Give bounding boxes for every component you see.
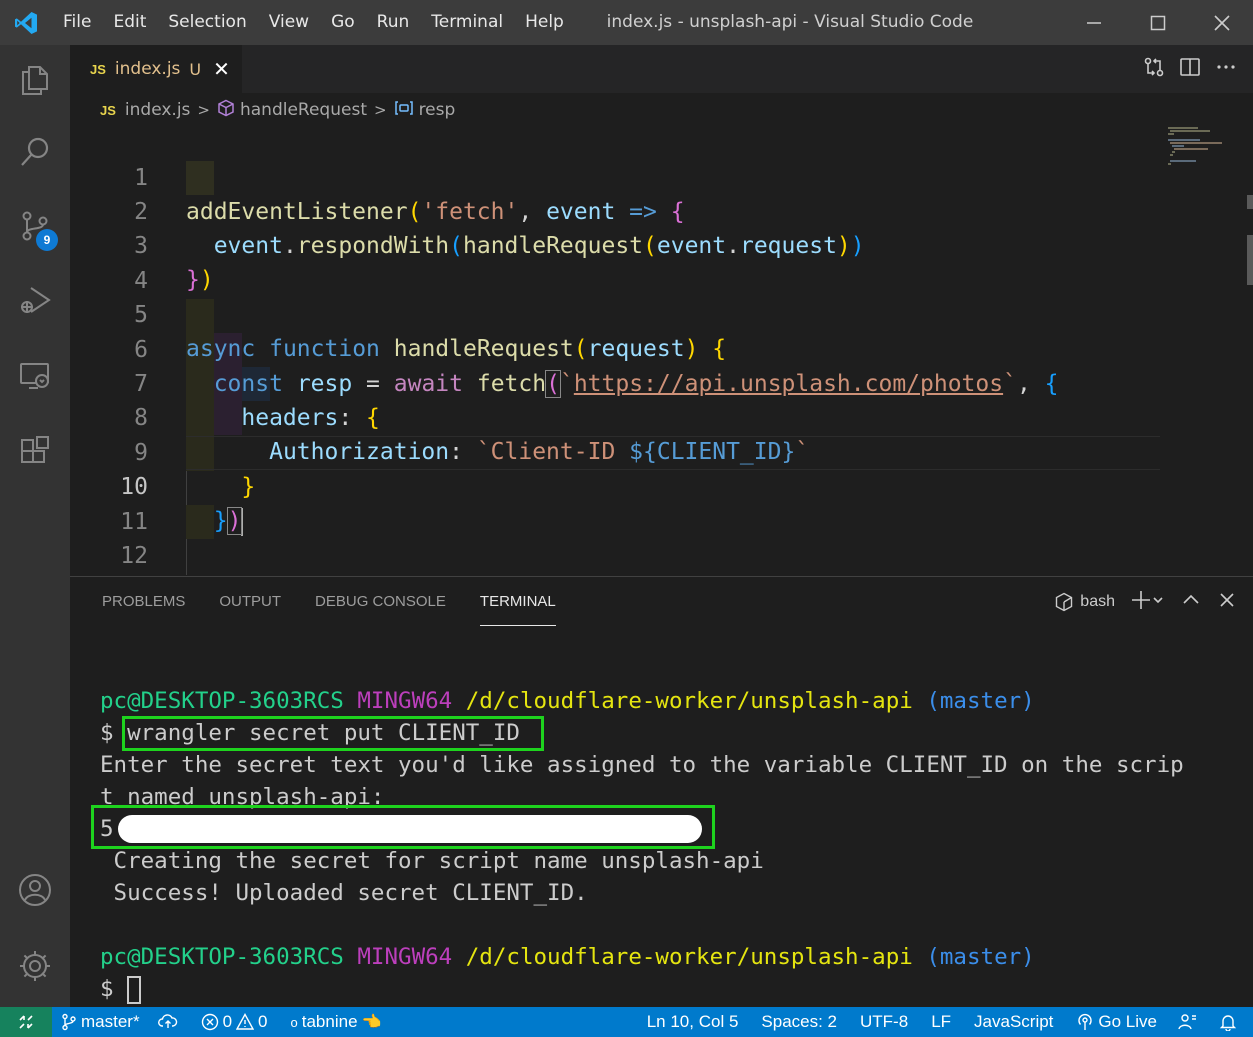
remote-indicator-icon[interactable] (0, 1007, 52, 1037)
editor-actions (1143, 45, 1253, 93)
more-actions-icon[interactable] (1215, 56, 1237, 82)
bottom-panel: PROBLEMS OUTPUT DEBUG CONSOLE TERMINAL b… (70, 576, 1253, 1007)
branch-indicator[interactable]: master* (52, 1007, 149, 1037)
menu-terminal[interactable]: Terminal (420, 0, 514, 45)
menu-selection[interactable]: Selection (157, 0, 257, 45)
menu-edit[interactable]: Edit (102, 0, 157, 45)
breadcrumb-function[interactable]: handleRequest (240, 100, 367, 120)
method-cube-icon (217, 99, 235, 122)
terminal-cursor (127, 975, 142, 1004)
close-window-button[interactable] (1190, 0, 1253, 45)
terminal-input-line[interactable]: $ (100, 973, 1250, 1005)
tab-output[interactable]: OUTPUT (219, 577, 281, 627)
javascript-file-icon: JS (100, 102, 116, 118)
new-terminal-icon[interactable] (1131, 590, 1165, 615)
menu-bar: File Edit Selection View Go Run Terminal… (52, 0, 575, 45)
explorer-icon[interactable] (0, 45, 70, 115)
language-mode[interactable]: JavaScript (960, 1007, 1062, 1037)
cursor-position[interactable]: Ln 10, Col 5 (638, 1007, 748, 1037)
menu-go[interactable]: Go (320, 0, 366, 45)
terminal-shell-selector[interactable]: bash (1054, 592, 1115, 612)
tab-debug-console[interactable]: DEBUG CONSOLE (315, 577, 446, 627)
notifications-bell-icon[interactable] (1207, 1007, 1253, 1037)
pointing-hand-icon: 👈 (361, 1014, 382, 1031)
minimap[interactable] (1166, 127, 1246, 187)
breadcrumb: JS index.js > handleRequest > resp (70, 93, 1253, 127)
feedback-icon[interactable] (1166, 1007, 1207, 1037)
terminal-output: Enter the secret text you'd like assigne… (100, 752, 1184, 778)
chevron-right-icon: > (373, 101, 387, 119)
error-icon (201, 1013, 218, 1031)
indentation[interactable]: Spaces: 2 (747, 1007, 846, 1037)
menu-view[interactable]: View (258, 0, 320, 45)
terminal-output: Success! Uploaded secret CLIENT_ID. (100, 880, 588, 906)
code-editor[interactable]: 1 addEventListener('fetch', event => { 2… (70, 127, 1253, 576)
terminal-prompt-line: pc@DESKTOP-3603RCS MINGW64 /d/cloudflare… (100, 944, 1035, 970)
sync-icon[interactable] (149, 1007, 187, 1037)
untracked-indicator: U (189, 59, 202, 79)
git-branch-icon (62, 1013, 76, 1031)
vscode-logo-icon (0, 0, 52, 45)
close-panel-icon[interactable] (1217, 590, 1237, 615)
split-editor-icon[interactable] (1179, 56, 1201, 82)
search-icon[interactable] (0, 117, 70, 187)
minimize-button[interactable] (1062, 0, 1126, 45)
panel-actions: bash (1054, 577, 1237, 627)
problems-indicator[interactable]: 0 0 (187, 1007, 277, 1037)
run-debug-icon[interactable] (0, 265, 70, 335)
chevron-right-icon: > (197, 101, 210, 119)
remote-explorer-icon[interactable] (0, 341, 70, 411)
terminal-prompt-line: pc@DESKTOP-3603RCS MINGW64 /d/cloudflare… (100, 688, 1035, 714)
extensions-icon[interactable] (0, 417, 70, 487)
terminal-output: Creating the secret for script name unsp… (100, 848, 764, 874)
maximize-panel-icon[interactable] (1181, 590, 1201, 615)
breadcrumb-variable[interactable]: resp (419, 100, 456, 120)
warning-icon (236, 1013, 255, 1030)
activity-bar: 9 (0, 45, 70, 1007)
tab-problems[interactable]: PROBLEMS (102, 577, 185, 627)
encoding[interactable]: UTF-8 (846, 1007, 917, 1037)
source-control-badge: 9 (36, 229, 58, 251)
title-bar: File Edit Selection View Go Run Terminal… (0, 0, 1253, 45)
tab-terminal[interactable]: TERMINAL (479, 577, 556, 626)
compare-changes-icon[interactable] (1143, 56, 1165, 82)
terminal-shell-icon (1056, 592, 1073, 612)
window-title: index.js - unsplash-api - Visual Studio … (606, 12, 974, 32)
editor-scrollbar[interactable] (1245, 127, 1253, 576)
editor-tab-bar: JS index.js U ✕ (70, 45, 1253, 93)
broadcast-icon (1078, 1013, 1093, 1030)
accounts-icon[interactable] (0, 855, 70, 925)
menu-run[interactable]: Run (366, 0, 421, 45)
menu-file[interactable]: File (52, 0, 102, 45)
tabnine-icon: o (290, 1014, 298, 1030)
source-control-icon[interactable]: 9 (0, 191, 70, 261)
go-live-button[interactable]: Go Live (1062, 1007, 1166, 1037)
close-tab-icon[interactable]: ✕ (213, 57, 230, 81)
settings-gear-icon[interactable] (0, 931, 70, 1001)
tab-index-js[interactable]: JS index.js U ✕ (70, 45, 242, 93)
highlight-box-command (122, 716, 544, 751)
end-of-line[interactable]: LF (917, 1007, 960, 1037)
status-bar: master* 0 0 o tabnine 👈 Ln 10, Col 5 Spa… (0, 1007, 1253, 1037)
shell-name: bash (1080, 593, 1115, 610)
maximize-button[interactable] (1126, 0, 1190, 45)
javascript-file-icon: JS (90, 61, 106, 77)
highlight-box-secret (91, 805, 715, 849)
tabnine-indicator[interactable]: o tabnine 👈 (277, 1007, 391, 1037)
tab-label: index.js (114, 59, 181, 79)
variable-icon (394, 100, 414, 121)
breadcrumb-file[interactable]: index.js (125, 100, 191, 120)
panel-tabs: PROBLEMS OUTPUT DEBUG CONSOLE TERMINAL (102, 577, 590, 627)
